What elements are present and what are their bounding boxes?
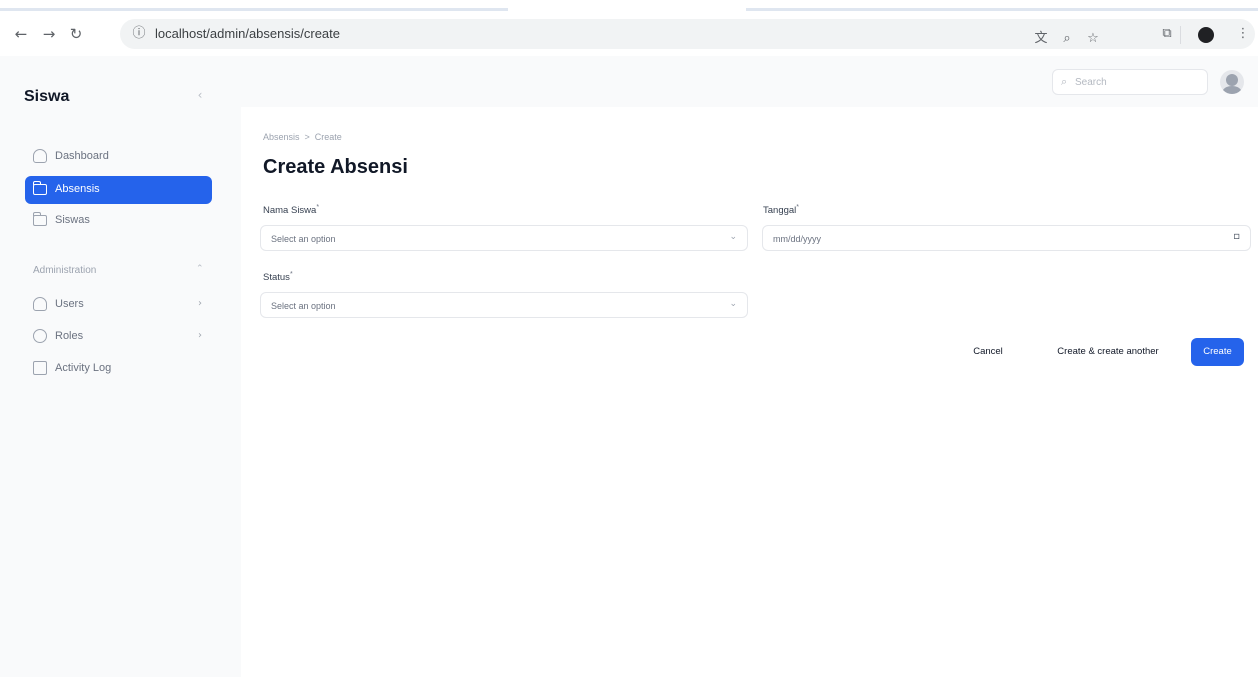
status-label-text: Status [263, 272, 290, 284]
status-value: Select an option [271, 301, 336, 311]
profile-avatar-icon[interactable] [1198, 27, 1214, 43]
chevron-right-icon: › [198, 298, 202, 309]
forward-icon[interactable]: → [38, 22, 60, 46]
nav-group-administration[interactable]: Administration [33, 265, 96, 276]
sidebar-item-dashboard[interactable]: Dashboard [25, 143, 212, 171]
required-marker: * [289, 271, 293, 278]
sidebar-item-users[interactable]: Users › [25, 291, 212, 319]
sidebar-item-label: Users [55, 298, 84, 310]
tab-indicator [0, 8, 508, 11]
sidebar-item-label: Absensis [55, 183, 100, 195]
page-title: Create Absensi [263, 156, 408, 178]
breadcrumb-current: Create [314, 132, 342, 142]
folder-icon [33, 181, 47, 195]
main-content: Absensis > Create Create Absensi Nama Sisw… [241, 107, 1258, 677]
home-icon [33, 149, 47, 163]
sidebar-item-label: Activity Log [55, 362, 112, 374]
address-url[interactable]: localhost/admin/absensis/create [155, 26, 340, 41]
sidebar-item-roles[interactable]: Roles › [25, 323, 212, 351]
breadcrumb-separator: > [304, 132, 310, 142]
chevron-right-icon: › [198, 330, 202, 341]
tanggal-date-input[interactable]: mm/dd/yyyy ▫ [762, 225, 1251, 251]
sidebar: Siswa ‹ Dashboard Absensis Siswas Admini… [0, 56, 222, 677]
search-placeholder: Search [1075, 77, 1107, 88]
sidebar-item-activity-log[interactable]: Activity Log [25, 355, 212, 383]
nama-siswa-label: Nama Siswa* [263, 204, 319, 216]
bookmark-star-icon[interactable]: ☆ [1082, 28, 1104, 50]
toolbar-divider [1180, 26, 1181, 44]
breadcrumb: Absensis > Create [263, 132, 342, 142]
calendar-icon[interactable]: ▫ [1233, 231, 1240, 242]
brand-title[interactable]: Siswa [24, 88, 69, 106]
users-icon [33, 297, 47, 311]
search-icon: ⌕ [1061, 75, 1068, 88]
create-button[interactable]: Create [1191, 338, 1244, 366]
sidebar-collapse-icon[interactable]: ‹ [193, 87, 207, 103]
sidebar-item-label: Roles [55, 330, 84, 342]
shield-icon [33, 329, 47, 343]
sidebar-item-label: Dashboard [55, 150, 109, 162]
user-avatar[interactable] [1220, 70, 1244, 94]
chevron-up-icon[interactable]: ⌃ [196, 264, 204, 274]
cancel-button[interactable]: Cancel [966, 338, 1010, 366]
tanggal-value: mm/dd/yyyy [773, 234, 822, 244]
chevron-down-icon: ⌄ [729, 299, 737, 309]
sidebar-item-absensis[interactable]: Absensis [25, 176, 212, 204]
required-marker: * [796, 204, 800, 211]
sidebar-item-label: Siswas [55, 214, 90, 226]
chevron-down-icon: ⌄ [729, 232, 737, 242]
reload-icon[interactable]: ↻ [65, 22, 87, 46]
create-another-button[interactable]: Create & create another [1037, 338, 1179, 366]
app-shell: Siswa ‹ Dashboard Absensis Siswas Admini… [0, 56, 1258, 677]
site-info-icon[interactable]: ⓘ [130, 25, 148, 43]
tanggal-label: Tanggal* [763, 204, 799, 216]
sidebar-item-siswas[interactable]: Siswas [25, 207, 212, 235]
tab-indicator [746, 8, 1258, 11]
zoom-icon[interactable]: ⌕ [1056, 28, 1078, 50]
required-marker: * [316, 204, 320, 211]
translate-icon[interactable]: 文 [1030, 28, 1052, 50]
browser-tabstrip [0, 0, 1258, 14]
nama-siswa-label-text: Nama Siswa [263, 205, 317, 217]
breadcrumb-parent[interactable]: Absensis [263, 132, 300, 142]
log-icon [33, 361, 47, 375]
status-select[interactable]: Select an option ⌄ [260, 292, 748, 318]
status-label: Status* [263, 271, 293, 283]
extensions-icon[interactable]: ⧉ [1156, 23, 1178, 45]
nama-siswa-value: Select an option [271, 234, 336, 244]
tanggal-label-text: Tanggal [763, 205, 797, 217]
back-icon[interactable]: ← [10, 22, 32, 46]
folder-icon [33, 212, 47, 226]
address-bar[interactable]: ⓘ localhost/admin/absensis/create 文 ⌕ ☆ [120, 19, 1255, 49]
browser-menu-icon[interactable]: ⋮ [1232, 23, 1254, 45]
browser-toolbar: ← → ↻ ⓘ localhost/admin/absensis/create … [0, 14, 1258, 56]
nama-siswa-select[interactable]: Select an option ⌄ [260, 225, 748, 251]
global-search[interactable]: ⌕ Search [1052, 69, 1208, 95]
